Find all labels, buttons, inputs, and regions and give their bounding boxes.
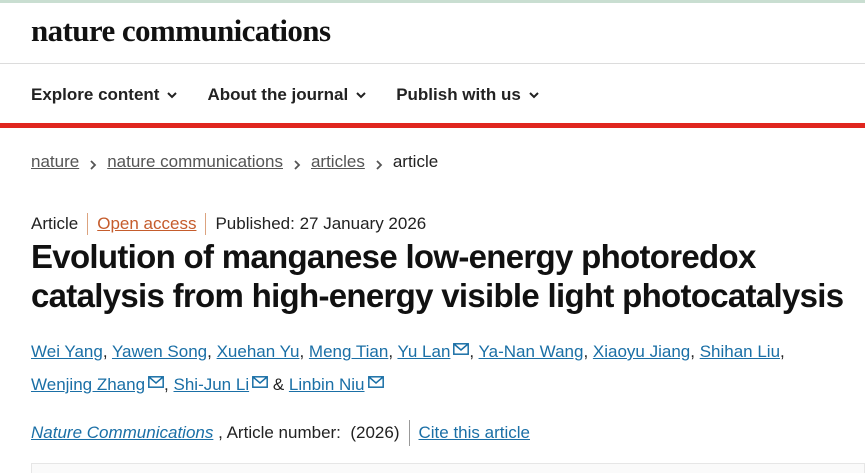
chevron-down-icon — [355, 89, 367, 101]
author-item: Shihan Liu — [700, 342, 780, 361]
author-item: Shi-Jun Li — [174, 375, 269, 394]
author-link[interactable]: Linbin Niu — [289, 375, 365, 394]
article-meta: Article Open access Published: 27 Januar… — [31, 211, 426, 237]
author-link[interactable]: Yu Lan — [397, 342, 450, 361]
meta-divider — [205, 213, 207, 235]
citation-line: Nature Communications , Article number: … — [31, 420, 530, 446]
breadcrumb-link-nature-communications[interactable]: nature communications — [107, 152, 283, 172]
author-separator: , — [299, 342, 309, 361]
nav-about-the-journal[interactable]: About the journal — [207, 85, 367, 105]
article-type: Article — [31, 214, 79, 233]
author-separator: , — [164, 375, 174, 394]
author-link[interactable]: Xiaoyu Jiang — [593, 342, 690, 361]
author-link[interactable]: Shihan Liu — [700, 342, 780, 361]
breadcrumb-link-articles[interactable]: articles — [311, 152, 365, 172]
author-item: Linbin Niu — [289, 375, 384, 394]
author-link[interactable]: Wenjing Zhang — [31, 375, 145, 394]
author-separator: , — [583, 342, 593, 361]
author-link[interactable]: Xuehan Yu — [217, 342, 300, 361]
author-link[interactable]: Shi-Jun Li — [174, 375, 250, 394]
author-separator: & — [268, 375, 289, 394]
breadcrumb: nature nature communications articles ar… — [31, 150, 438, 174]
header-accent-bar — [0, 123, 865, 128]
author-item: Wei Yang — [31, 342, 103, 361]
author-item: Xiaoyu Jiang — [593, 342, 690, 361]
mail-icon[interactable] — [148, 376, 164, 388]
top-accent-strip — [0, 0, 865, 3]
nav-item-label: Explore content — [31, 85, 160, 104]
mail-icon[interactable] — [367, 376, 384, 388]
author-list: Wei Yang, Yawen Song, Xuehan Yu, Meng Ti… — [31, 335, 861, 401]
chevron-down-icon — [528, 89, 540, 101]
meta-divider — [87, 213, 89, 235]
author-item: Wenjing Zhang — [31, 375, 164, 394]
content-box-edge — [31, 463, 865, 473]
author-separator: , — [207, 342, 217, 361]
author-link[interactable]: Ya-Nan Wang — [479, 342, 584, 361]
author-item: Yawen Song — [112, 342, 207, 361]
nav-item-label: About the journal — [207, 85, 349, 104]
author-item: Xuehan Yu — [217, 342, 300, 361]
author-separator: , — [469, 342, 479, 361]
cite-this-article-link[interactable]: Cite this article — [419, 423, 530, 443]
main-nav: Explore content About the journal Publis… — [31, 80, 569, 110]
header-divider — [0, 63, 865, 64]
chevron-right-icon — [88, 156, 98, 170]
author-separator: , — [102, 342, 112, 361]
author-item: Yu Lan — [397, 342, 470, 361]
author-separator: , — [690, 342, 700, 361]
nav-explore-content[interactable]: Explore content — [31, 85, 178, 105]
article-title-line-1: Evolution of manganese low-energy photor… — [31, 238, 756, 275]
journal-name-link[interactable]: Nature Communications — [31, 423, 213, 443]
chevron-right-icon — [374, 156, 384, 170]
nav-publish-with-us[interactable]: Publish with us — [396, 85, 540, 105]
author-link[interactable]: Yawen Song — [112, 342, 207, 361]
chevron-down-icon — [166, 89, 178, 101]
article-number: , Article number: (2026) — [213, 423, 400, 442]
citation-divider — [408, 420, 410, 446]
article-title: Evolution of manganese low-energy photor… — [31, 237, 861, 315]
mail-icon[interactable] — [252, 376, 269, 388]
author-separator: , — [780, 342, 785, 361]
breadcrumb-link-nature[interactable]: nature — [31, 152, 79, 172]
author-link[interactable]: Meng Tian — [309, 342, 388, 361]
open-access-link[interactable]: Open access — [97, 214, 196, 234]
mail-icon[interactable] — [453, 343, 470, 355]
nav-item-label: Publish with us — [396, 85, 521, 104]
journal-logo[interactable]: nature communications — [31, 10, 331, 52]
author-item: Meng Tian — [309, 342, 388, 361]
breadcrumb-current: article — [392, 152, 439, 171]
author-item: Ya-Nan Wang — [479, 342, 584, 361]
author-link[interactable]: Wei Yang — [31, 342, 103, 361]
chevron-right-icon — [292, 156, 302, 170]
article-title-line-2: catalysis from high-energy visible light… — [31, 277, 844, 314]
published-date: Published: 27 January 2026 — [215, 214, 427, 233]
